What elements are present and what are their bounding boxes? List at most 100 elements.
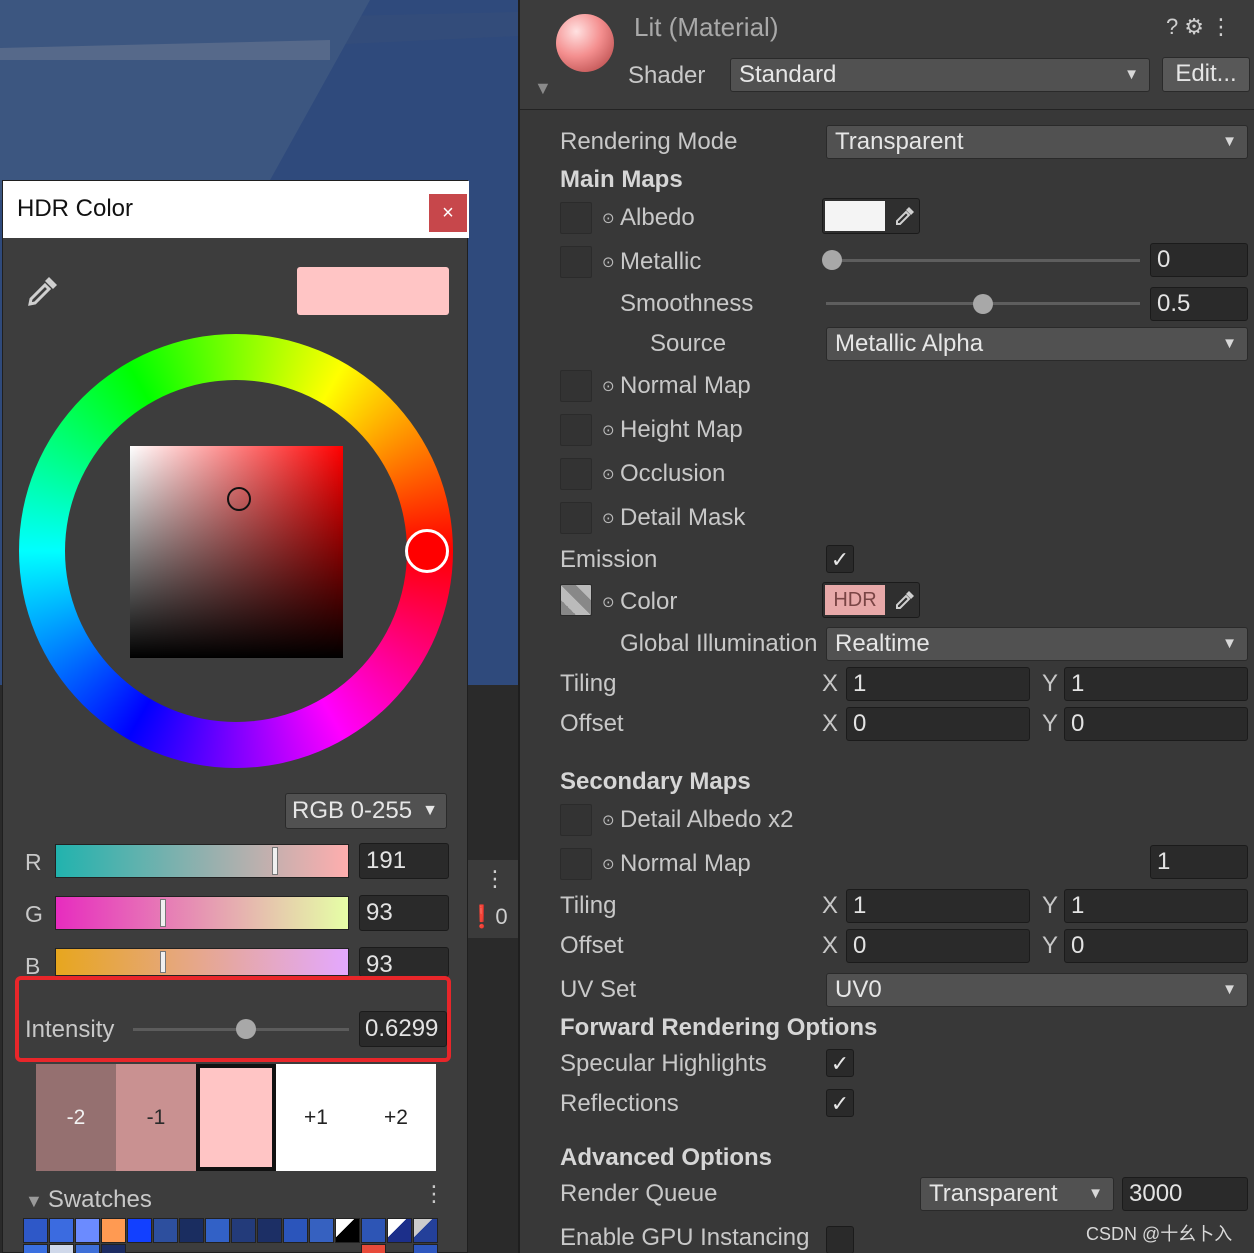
stop-plus-2[interactable]: +2	[356, 1064, 436, 1171]
main-tiling-y[interactable]: 1	[1064, 667, 1248, 701]
object-picker-icon[interactable]: ⊙	[602, 509, 615, 527]
secondary-tiling-x[interactable]: 1	[846, 889, 1030, 923]
swatch[interactable]	[335, 1218, 360, 1243]
swatch[interactable]	[49, 1244, 74, 1253]
channel-value-r[interactable]: 191	[359, 843, 449, 879]
object-picker-icon[interactable]: ⊙	[602, 465, 615, 483]
eyedropper-icon[interactable]	[893, 588, 917, 612]
more-options-icon[interactable]: ⋮	[423, 1181, 445, 1207]
settings-sliders-icon[interactable]: ⚙	[1184, 14, 1210, 39]
swatch[interactable]	[231, 1218, 256, 1243]
object-picker-icon[interactable]: ⊙	[602, 377, 615, 395]
normal-map-slot[interactable]	[560, 370, 592, 402]
eyedropper-icon[interactable]	[25, 273, 61, 309]
occlusion-slot[interactable]	[560, 458, 592, 490]
saturation-value-square[interactable]	[130, 446, 343, 658]
swatch[interactable]	[283, 1218, 308, 1243]
detail-albedo-slot[interactable]	[560, 804, 592, 836]
swatch[interactable]	[413, 1218, 438, 1243]
edit-shader-button[interactable]: Edit...	[1162, 57, 1250, 92]
swatch[interactable]	[49, 1218, 74, 1243]
swatch[interactable]	[257, 1218, 282, 1243]
gpu-instancing-checkbox[interactable]	[826, 1226, 854, 1253]
object-picker-icon[interactable]: ⊙	[602, 855, 615, 873]
smoothness-slider-knob[interactable]	[973, 294, 993, 314]
hue-cursor[interactable]	[405, 529, 449, 573]
help-icon[interactable]: ?	[1166, 14, 1184, 39]
specular-highlights-checkbox[interactable]: ✓	[826, 1049, 854, 1077]
more-options-icon[interactable]: ⋮	[484, 866, 506, 892]
emission-texture-slot[interactable]	[560, 584, 592, 616]
swatch[interactable]	[361, 1244, 386, 1253]
channel-value-g[interactable]: 93	[359, 895, 449, 931]
slider-g[interactable]	[55, 896, 349, 930]
detail-normal-map-slot[interactable]	[560, 848, 592, 880]
color-mode-dropdown[interactable]: RGB 0-255 ▼	[285, 793, 447, 829]
swatch[interactable]	[413, 1244, 438, 1253]
swatch[interactable]	[101, 1244, 126, 1253]
swatch-grid[interactable]	[23, 1218, 443, 1253]
detail-normal-scale[interactable]: 1	[1150, 845, 1248, 879]
swatch[interactable]	[361, 1218, 386, 1243]
object-picker-icon[interactable]: ⊙	[602, 421, 615, 439]
swatch[interactable]	[309, 1218, 334, 1243]
object-picker-icon[interactable]: ⊙	[602, 811, 615, 829]
slider-r-handle[interactable]	[271, 847, 278, 875]
stop-minus-1[interactable]: -1	[116, 1064, 196, 1171]
swatch[interactable]	[101, 1218, 126, 1243]
albedo-color-field[interactable]	[822, 198, 920, 234]
swatch[interactable]	[23, 1244, 48, 1253]
swatch[interactable]	[23, 1218, 48, 1243]
rendering-mode-dropdown[interactable]: Transparent ▼	[826, 125, 1248, 159]
global-illumination-dropdown[interactable]: Realtime ▼	[826, 627, 1248, 661]
detail-mask-slot[interactable]	[560, 502, 592, 534]
main-offset-x[interactable]: 0	[846, 707, 1030, 741]
channel-value-b[interactable]: 93	[359, 947, 449, 978]
stop-current[interactable]	[196, 1064, 276, 1171]
sv-cursor[interactable]	[227, 487, 251, 511]
emission-checkbox[interactable]: ✓	[826, 545, 854, 573]
render-queue-dropdown[interactable]: Transparent ▼	[920, 1177, 1114, 1211]
swatch[interactable]	[205, 1218, 230, 1243]
swatch[interactable]	[75, 1244, 100, 1253]
object-picker-icon[interactable]: ⊙	[602, 593, 615, 611]
more-options-icon[interactable]: ⋮	[1210, 14, 1238, 39]
swatch[interactable]	[179, 1218, 204, 1243]
eyedropper-icon[interactable]	[893, 204, 917, 228]
swatch[interactable]	[153, 1218, 178, 1243]
metallic-texture-slot[interactable]	[560, 246, 592, 278]
source-dropdown[interactable]: Metallic Alpha ▼	[826, 327, 1248, 361]
slider-g-handle[interactable]	[159, 899, 166, 927]
object-picker-icon[interactable]: ⊙	[602, 209, 615, 227]
secondary-offset-x[interactable]: 0	[846, 929, 1030, 963]
swatch[interactable]	[75, 1218, 100, 1243]
emission-color-field[interactable]: HDR	[822, 582, 920, 618]
slider-r[interactable]	[55, 844, 349, 878]
shader-dropdown[interactable]: Standard ▼	[730, 58, 1150, 92]
slider-b-handle[interactable]	[159, 951, 166, 973]
metallic-value[interactable]: 0	[1150, 243, 1248, 277]
close-button[interactable]: ×	[429, 194, 467, 232]
swatch[interactable]	[127, 1218, 152, 1243]
albedo-texture-slot[interactable]	[560, 202, 592, 234]
hdr-titlebar[interactable]: HDR Color ×	[3, 181, 469, 238]
metallic-slider-track[interactable]	[826, 259, 1140, 262]
render-queue-value[interactable]: 3000	[1122, 1177, 1248, 1211]
smoothness-value[interactable]: 0.5	[1150, 287, 1248, 321]
object-picker-icon[interactable]: ⊙	[602, 253, 615, 271]
stop-plus-1[interactable]: +1	[276, 1064, 356, 1171]
main-tiling-x[interactable]: 1	[846, 667, 1030, 701]
swatch[interactable]	[387, 1218, 412, 1243]
height-map-slot[interactable]	[560, 414, 592, 446]
secondary-offset-y[interactable]: 0	[1064, 929, 1248, 963]
stop-minus-2[interactable]: -2	[36, 1064, 116, 1171]
inspector-panel: ▼ Lit (Material) ?⚙⋮ Shader Standard ▼ E…	[518, 0, 1254, 1253]
slider-b[interactable]	[55, 948, 349, 976]
metallic-slider-knob[interactable]	[822, 250, 842, 270]
main-offset-y[interactable]: 0	[1064, 707, 1248, 741]
secondary-tiling-y[interactable]: 1	[1064, 889, 1248, 923]
foldout-arrow-icon[interactable]: ▼	[534, 78, 552, 99]
reflections-checkbox[interactable]: ✓	[826, 1089, 854, 1117]
uv-set-dropdown[interactable]: UV0 ▼	[826, 973, 1248, 1007]
swatches-header[interactable]: ▼ Swatches	[25, 1186, 152, 1214]
